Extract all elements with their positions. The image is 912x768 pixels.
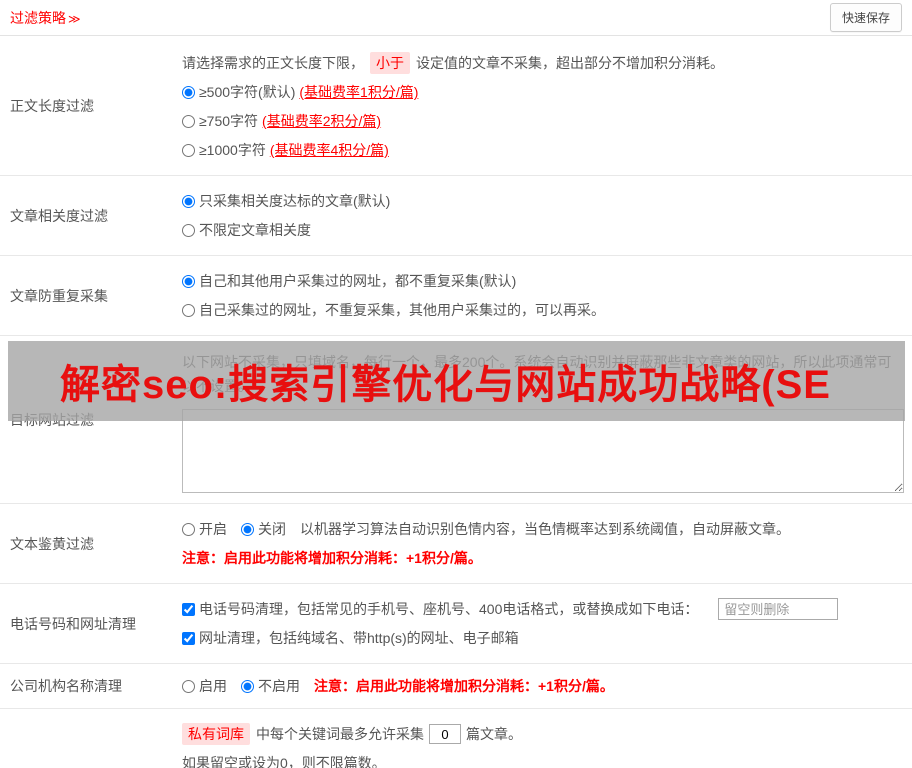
porn-option-on[interactable]: 开启 [182,519,227,539]
length-option-1000-radio[interactable] [182,143,195,157]
page-title: 过滤策略 [10,9,66,26]
private-lexicon-highlight: 私有词库 [182,723,250,745]
relevance-option-strict-radio[interactable] [182,194,195,208]
row-relevance-filter: 文章相关度过滤 只采集相关度达标的文章(默认) 不限定文章相关度 [0,176,912,256]
company-cleanup-note: 注意：启用此功能将增加积分消耗：+1积分/篇。 [314,678,614,694]
length-option-500-fee: (基础费率1积分/篇) [299,84,419,100]
porn-filter-desc: 以机器学习算法自动识别色情内容，当色情概率达到系统阈值，自动屏蔽文章。 [300,521,790,537]
phone-cleanup-label: 电话号码和网址清理 [10,615,136,632]
dedup-filter-content: 自己和其他用户采集过的网址，都不重复采集(默认) 自己采集过的网址，不重复采集，… [172,256,912,335]
section-title-filter-strategy[interactable]: 过滤策略 ≫ [10,8,81,28]
phone-cleanup-option[interactable]: 电话号码清理，包括常见的手机号、座机号、400电话格式，或替换成如下电话： [182,599,698,619]
url-cleanup-option[interactable]: 网址清理，包括纯域名、带http(s)的网址、电子邮箱 [182,628,519,648]
length-option-1000[interactable]: ≥1000字符 (基础费率4积分/篇) [182,140,389,160]
porn-filter-content: 开启 关闭 以机器学习算法自动识别色情内容，当色情概率达到系统阈值，自动屏蔽文章… [172,504,912,583]
row-company-cleanup: 公司机构名称清理 启用 不启用 注意：启用此功能将增加积分消耗：+1积分/篇。 [0,664,912,709]
quick-save-button[interactable]: 快速保存 [829,3,902,32]
length-option-500-radio[interactable] [182,85,195,99]
relevance-option-any[interactable]: 不限定文章相关度 [182,220,311,240]
relevance-filter-label: 文章相关度过滤 [10,207,108,224]
porn-filter-note: 注意：启用此功能将增加积分消耗：+1积分/篇。 [182,550,482,566]
row-porn-filter: 文本鉴黄过滤 开启 关闭 以机器学习算法自动识别色情内容，当色情概率达到系统阈值… [0,504,912,584]
company-cleanup-content: 启用 不启用 注意：启用此功能将增加积分消耗：+1积分/篇。 [172,664,912,708]
company-option-off-text: 不启用 [258,678,300,694]
porn-option-off-text: 关闭 [258,521,286,537]
length-option-750-fee: (基础费率2积分/篇) [262,113,382,129]
relevance-option-strict[interactable]: 只采集相关度达标的文章(默认) [182,191,390,211]
length-filter-label: 正文长度过滤 [10,97,94,114]
phone-cleanup-text: 电话号码清理，包括常见的手机号、座机号、400电话格式，或替换成如下电话： [199,601,699,617]
dedup-filter-label: 文章防重复采集 [10,287,108,304]
keyword-dedup-label: 关键词防重复采集 [0,709,172,768]
phone-cleanup-content: 电话号码清理，包括常见的手机号、座机号、400电话格式，或替换成如下电话： 网址… [172,584,912,663]
dedup-option-global-text: 自己和其他用户采集过的网址，都不重复采集(默认) [199,273,517,289]
row-keyword-dedup: 关键词防重复采集 私有词库 中每个关键词最多允许采集 篇文章。 如果留空或设为0… [0,709,912,768]
blocked-domains-textarea[interactable] [182,409,904,493]
length-option-500-text: ≥500字符(默认) [199,84,296,100]
length-filter-content: 请选择需求的正文长度下限， 小于 设定值的文章不采集，超出部分不增加积分消耗。 … [172,36,912,175]
company-option-off[interactable]: 不启用 [241,676,300,696]
keyword-line1-post: 篇文章。 [466,726,522,742]
ad-watermark-overlay: 解密seo:搜索引擎优化与网站成功战略(SE [8,341,905,421]
length-option-750-text: ≥750字符 [199,113,259,129]
row-phone-cleanup: 电话号码和网址清理 电话号码清理，包括常见的手机号、座机号、400电话格式，或替… [0,584,912,664]
ad-watermark-text: 解密seo:搜索引擎优化与网站成功战略(SE [60,363,831,407]
chevron-double-icon: ≫ [68,11,81,26]
relevance-filter-content: 只采集相关度达标的文章(默认) 不限定文章相关度 [172,176,912,255]
filter-strategy-page: 过滤策略 ≫ 快速保存 正文长度过滤 请选择需求的正文长度下限， 小于 设定值的文… [0,0,912,768]
company-option-on-text: 启用 [199,678,227,694]
dedup-option-self-radio[interactable] [182,303,195,317]
relevance-option-any-radio[interactable] [182,223,195,237]
intro-pre: 请选择需求的正文长度下限， [182,55,364,71]
phone-cleanup-checkbox[interactable] [182,602,195,616]
keyword-line1-mid: 中每个关键词最多允许采集 [256,726,424,742]
length-option-1000-fee: (基础费率4积分/篇) [269,142,389,158]
porn-filter-label: 文本鉴黄过滤 [10,535,94,552]
row-dedup-filter: 文章防重复采集 自己和其他用户采集过的网址，都不重复采集(默认) 自己采集过的网… [0,256,912,336]
company-option-on-radio[interactable] [182,679,195,693]
porn-option-on-radio[interactable] [182,522,195,536]
topbar: 过滤策略 ≫ 快速保存 [0,0,912,36]
company-option-on[interactable]: 启用 [182,676,227,696]
company-option-off-radio[interactable] [241,679,254,693]
intro-post: 设定值的文章不采集，超出部分不增加积分消耗。 [416,55,724,71]
relevance-option-any-text: 不限定文章相关度 [199,222,311,238]
length-option-500[interactable]: ≥500字符(默认) (基础费率1积分/篇) [182,82,418,102]
keyword-line2: 如果留空或设为0，则不限篇数。 [182,755,386,768]
keyword-dedup-content: 私有词库 中每个关键词最多允许采集 篇文章。 如果留空或设为0，则不限篇数。 如… [172,709,912,768]
length-option-1000-text: ≥1000字符 [199,142,266,158]
max-articles-input[interactable] [429,724,461,744]
url-cleanup-text: 网址清理，包括纯域名、带http(s)的网址、电子邮箱 [199,630,519,646]
length-option-750[interactable]: ≥750字符 (基础费率2积分/篇) [182,111,381,131]
porn-option-off-radio[interactable] [241,522,254,536]
dedup-option-self-text: 自己采集过的网址，不重复采集，其他用户采集过的，可以再采。 [199,302,605,318]
company-cleanup-label: 公司机构名称清理 [10,678,122,694]
dedup-option-global-radio[interactable] [182,274,195,288]
length-filter-intro: 请选择需求的正文长度下限， 小于 设定值的文章不采集，超出部分不增加积分消耗。 [182,52,904,74]
length-option-750-radio[interactable] [182,114,195,128]
dedup-option-global[interactable]: 自己和其他用户采集过的网址，都不重复采集(默认) [182,271,516,291]
relevance-option-strict-text: 只采集相关度达标的文章(默认) [199,193,391,209]
porn-option-off[interactable]: 关闭 [241,519,286,539]
url-cleanup-checkbox[interactable] [182,631,195,645]
dedup-option-self[interactable]: 自己采集过的网址，不重复采集，其他用户采集过的，可以再采。 [182,300,605,320]
porn-option-on-text: 开启 [199,521,227,537]
intro-highlight: 小于 [370,52,410,74]
row-length-filter: 正文长度过滤 请选择需求的正文长度下限， 小于 设定值的文章不采集，超出部分不增… [0,36,912,176]
replacement-phone-input[interactable] [718,598,839,620]
